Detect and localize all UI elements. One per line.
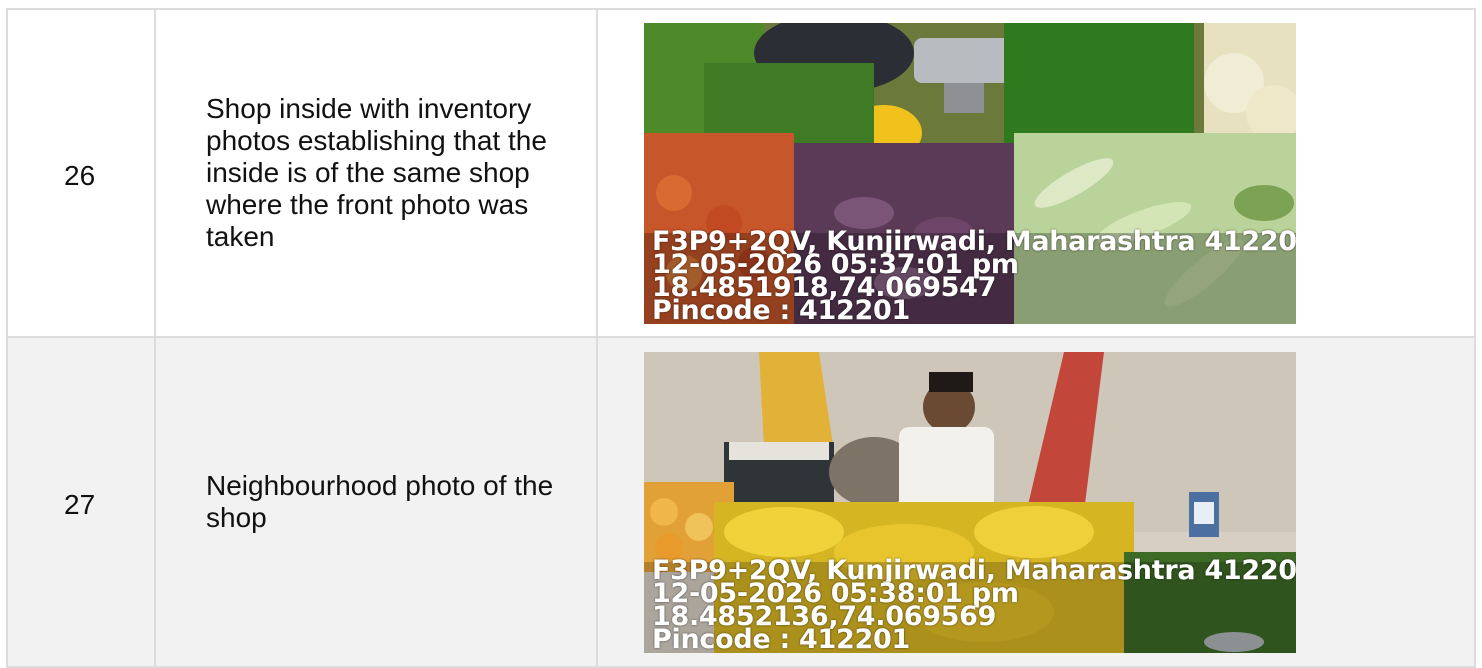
photo-evidence-table: 26 Shop inside with inventory photos est… — [6, 8, 1476, 668]
row-number-cell: 26 — [6, 8, 156, 338]
row-number: 27 — [64, 489, 96, 520]
row-description: Neighbourhood photo of the shop — [206, 470, 554, 533]
description-cell: Neighbourhood photo of the shop — [154, 336, 598, 668]
row-description: Shop inside with inventory photos establ… — [206, 93, 547, 252]
photo-cell: F3P9+2QV, Kunjirwadi, Maharashtra 412201… — [596, 336, 1476, 668]
inventory-photo[interactable]: F3P9+2QV, Kunjirwadi, Maharashtra 412201… — [644, 22, 1296, 324]
photo-geotag-stamp: F3P9+2QV, Kunjirwadi, Maharashtra 412201… — [652, 557, 1296, 653]
table-row: 27 Neighbourhood photo of the shop F3P9+… — [6, 336, 1476, 668]
neighbourhood-photo[interactable]: F3P9+2QV, Kunjirwadi, Maharashtra 412201… — [644, 351, 1296, 653]
photo-geotag-stamp: F3P9+2QV, Kunjirwadi, Maharashtra 412201… — [652, 228, 1296, 324]
table-row: 26 Shop inside with inventory photos est… — [6, 8, 1476, 338]
description-cell: Shop inside with inventory photos establ… — [154, 8, 598, 338]
row-number-cell: 27 — [6, 336, 156, 668]
row-number: 26 — [64, 160, 96, 191]
photo-cell: F3P9+2QV, Kunjirwadi, Maharashtra 412201… — [596, 8, 1476, 338]
